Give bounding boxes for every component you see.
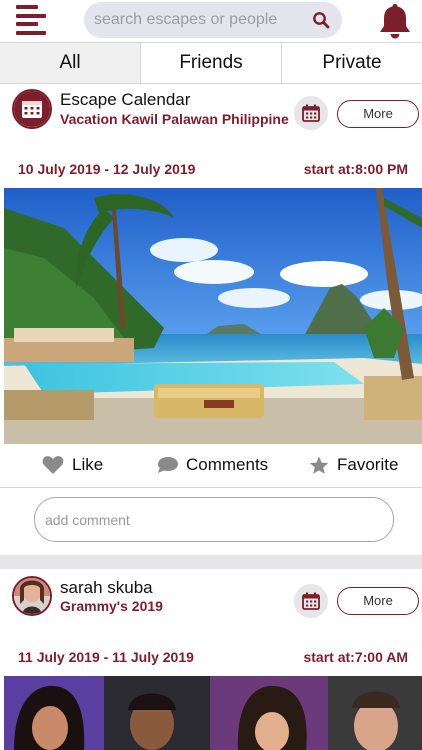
comments-label: Comments <box>186 455 269 474</box>
avatar[interactable] <box>12 576 52 616</box>
search-placeholder: search escapes or people <box>94 11 278 28</box>
more-button[interactable]: More <box>337 587 419 615</box>
search-input[interactable]: search escapes or people <box>84 2 342 38</box>
post-photo[interactable] <box>4 676 422 750</box>
tab-private[interactable]: Private <box>282 43 422 83</box>
grammy-collage-image <box>4 676 422 750</box>
tab-friends[interactable]: Friends <box>141 43 282 83</box>
avatar[interactable] <box>12 89 52 129</box>
post-photo[interactable] <box>4 188 422 444</box>
search-icon[interactable] <box>312 11 330 29</box>
like-button[interactable]: Like <box>42 455 103 475</box>
heart-icon <box>42 456 64 474</box>
event-date-range: 11 July 2019 - 11 July 2019 <box>18 649 194 665</box>
more-button[interactable]: More <box>337 100 419 128</box>
filter-tabs: All Friends Private <box>0 42 422 84</box>
post-separator <box>0 555 422 569</box>
calendar-icon <box>302 104 320 122</box>
top-bar: search escapes or people <box>0 0 422 42</box>
post-author-name[interactable]: Escape Calendar <box>60 90 190 110</box>
bell-icon[interactable] <box>376 1 414 41</box>
user-photo-icon <box>14 578 50 614</box>
event-date-row: 10 July 2019 - 12 July 2019 start at:8:0… <box>0 161 422 181</box>
post-actions-bar: Like Comments Favorite <box>0 444 422 488</box>
comment-bubble-icon <box>158 457 178 473</box>
calendar-icon <box>302 592 320 610</box>
add-to-calendar-button[interactable] <box>294 96 328 130</box>
add-comment-field[interactable]: add comment <box>34 497 394 542</box>
event-date-range: 10 July 2019 - 12 July 2019 <box>18 161 196 177</box>
post-author-name[interactable]: sarah skuba <box>60 578 153 598</box>
post-title[interactable]: Grammy's 2019 <box>60 598 260 614</box>
beach-resort-image <box>4 188 422 444</box>
menu-icon[interactable] <box>16 5 50 35</box>
add-to-calendar-button[interactable] <box>294 584 328 618</box>
tab-all[interactable]: All <box>0 43 141 83</box>
event-start-time: start at:8:00 PM <box>303 161 408 177</box>
favorite-button[interactable]: Favorite <box>309 455 398 475</box>
event-start-time: start at:7:00 AM <box>303 649 408 665</box>
like-label: Like <box>72 455 104 474</box>
comment-placeholder: add comment <box>45 512 130 528</box>
calendar-logo-icon <box>14 91 50 127</box>
favorite-label: Favorite <box>337 455 399 474</box>
post-title[interactable]: Vacation Kawil Palawan Philippine <box>60 111 296 127</box>
comments-button[interactable]: Comments <box>157 455 268 475</box>
event-date-row: 11 July 2019 - 11 July 2019 start at:7:0… <box>0 649 422 669</box>
star-icon <box>309 456 329 474</box>
